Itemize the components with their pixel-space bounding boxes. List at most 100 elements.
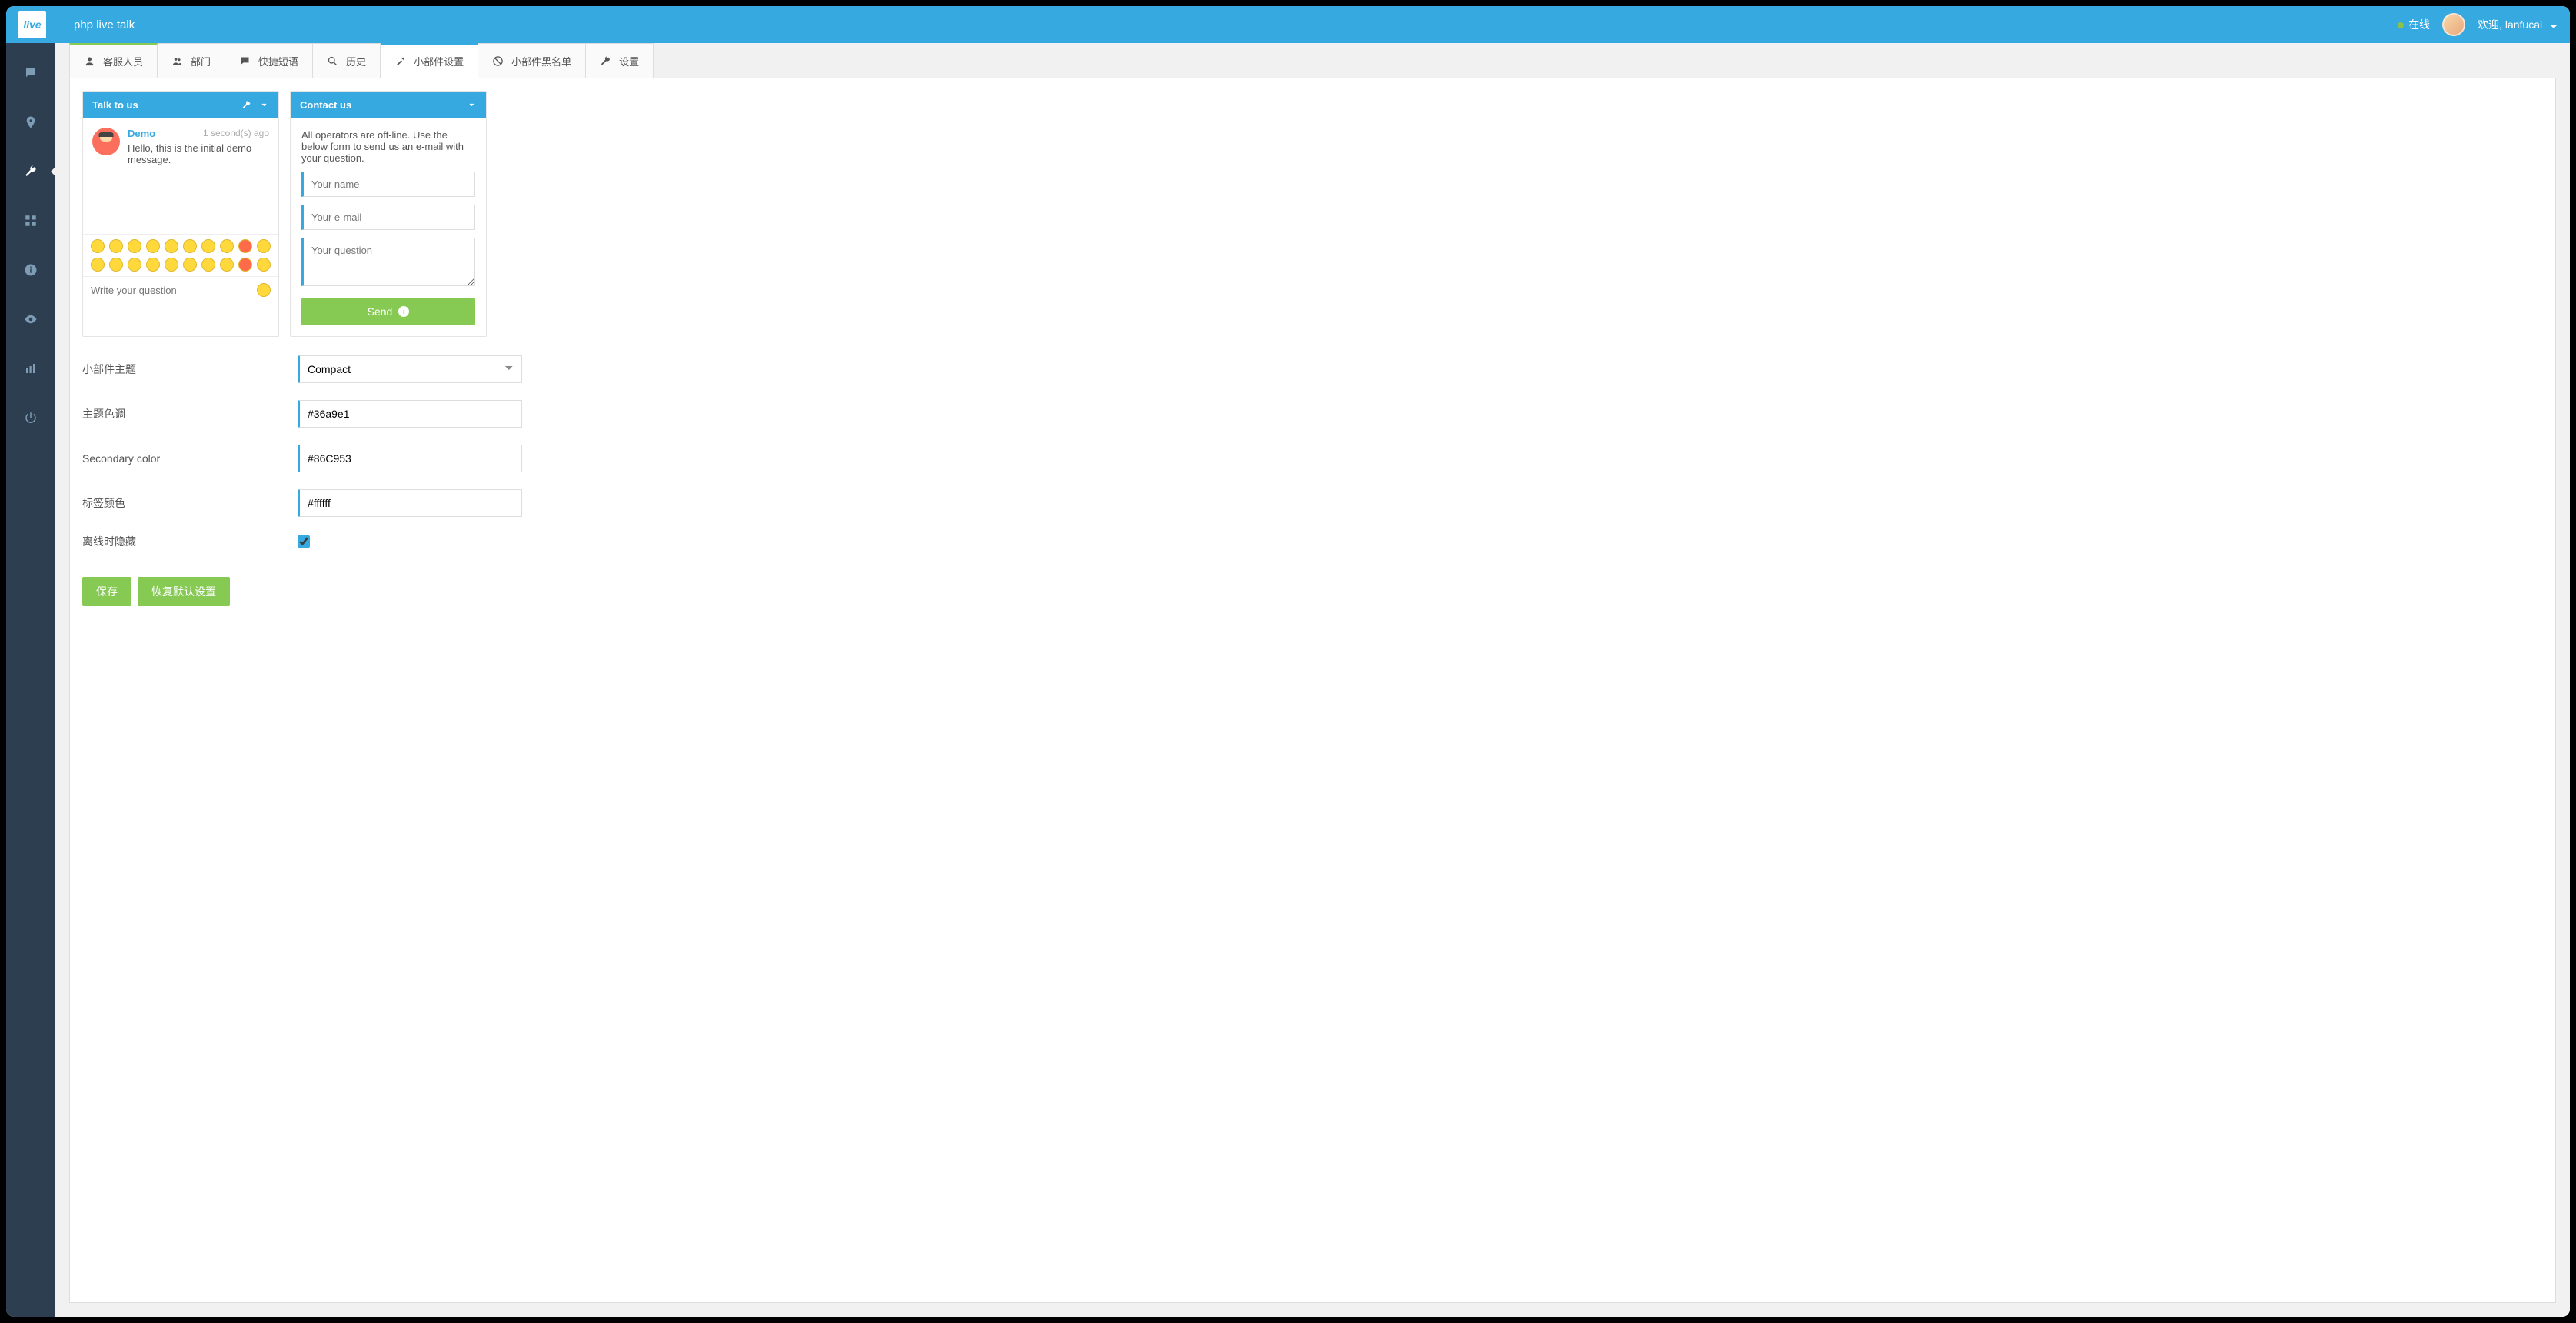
sidebar: [6, 43, 55, 1317]
emoji-icon[interactable]: [183, 239, 197, 253]
emoji-icon[interactable]: [201, 258, 215, 272]
hide-offline-label: 离线时隐藏: [82, 534, 298, 549]
grid-icon: [24, 214, 38, 228]
status-indicator[interactable]: 在线: [2398, 17, 2430, 32]
sidebar-item-map[interactable]: [6, 111, 55, 134]
contact-widget-title: Contact us: [300, 99, 351, 111]
app-title: php live talk: [74, 18, 2398, 32]
arrow-icon: ›: [398, 306, 409, 317]
tab-label: 小部件黑名单: [511, 54, 571, 68]
tab-label: 设置: [619, 54, 639, 68]
comment-icon: [239, 55, 251, 67]
sidebar-item-monitor[interactable]: [6, 308, 55, 331]
secondary-color-label: Secondary color: [82, 452, 298, 465]
tab-departments[interactable]: 部门: [158, 43, 225, 78]
wrench-icon: [600, 55, 611, 67]
primary-color-label: 主题色调: [82, 406, 298, 422]
emoji-icon[interactable]: [238, 258, 252, 272]
contact-name-input[interactable]: [301, 172, 475, 197]
emoji-icon[interactable]: [165, 258, 178, 272]
wrench-icon[interactable]: [241, 100, 251, 110]
tab-label: 部门: [191, 54, 211, 68]
search-icon: [327, 55, 338, 67]
tab-label: 历史: [346, 54, 366, 68]
tab-widget-settings[interactable]: 小部件设置: [381, 43, 478, 78]
logo: live: [18, 11, 46, 38]
user-icon: [84, 55, 95, 67]
avatar[interactable]: [2442, 13, 2465, 36]
settings-panel: Talk to us Demo 1 second(s) ago Hello, th…: [69, 78, 2556, 1303]
secondary-color-input[interactable]: [298, 445, 522, 472]
emoji-icon[interactable]: [109, 239, 123, 253]
sidebar-item-info[interactable]: [6, 258, 55, 282]
sidebar-item-power[interactable]: [6, 406, 55, 429]
chevron-down-icon: [2550, 25, 2558, 28]
bars-icon: [24, 362, 38, 375]
username: lanfucai: [2505, 18, 2542, 31]
emoji-icon[interactable]: [128, 258, 141, 272]
emoji-icon[interactable]: [220, 258, 234, 272]
demo-time: 1 second(s) ago: [203, 128, 269, 138]
tab-label: 小部件设置: [414, 54, 464, 68]
emoji-icon[interactable]: [201, 239, 215, 253]
tab-settings[interactable]: 设置: [586, 43, 654, 78]
welcome-prefix: 欢迎,: [2478, 18, 2502, 31]
theme-select[interactable]: Compact: [298, 355, 522, 383]
tag-color-label: 标签颜色: [82, 495, 298, 511]
sidebar-item-stats[interactable]: [6, 357, 55, 380]
eye-icon: [24, 312, 38, 326]
emoji-icon[interactable]: [257, 258, 271, 272]
send-label: Send: [368, 305, 393, 318]
emoji-icon[interactable]: [238, 239, 252, 253]
chat-icon: [24, 66, 38, 80]
emoji-icon[interactable]: [220, 239, 234, 253]
emoji-picker[interactable]: [83, 234, 278, 276]
magic-icon: [394, 55, 406, 67]
emoji-icon[interactable]: [146, 239, 160, 253]
emoji-icon[interactable]: [183, 258, 197, 272]
save-button[interactable]: 保存: [82, 577, 131, 606]
emoji-icon[interactable]: [109, 258, 123, 272]
chevron-down-icon[interactable]: [259, 100, 269, 110]
tag-color-input[interactable]: [298, 489, 522, 517]
sidebar-item-qr[interactable]: [6, 209, 55, 232]
talk-widget-title: Talk to us: [92, 99, 138, 111]
ban-icon: [492, 55, 504, 67]
emoji-icon[interactable]: [91, 239, 105, 253]
tab-history[interactable]: 历史: [313, 43, 381, 78]
emoji-icon[interactable]: [146, 258, 160, 272]
demo-message: Hello, this is the initial demo message.: [128, 142, 269, 165]
contact-widget-preview: Contact us All operators are off-line. U…: [290, 91, 487, 337]
emoji-toggle-icon[interactable]: [257, 283, 271, 297]
contact-question-input[interactable]: [301, 238, 475, 286]
contact-intro: All operators are off-line. Use the belo…: [301, 129, 475, 164]
tab-label: 快捷短语: [258, 54, 298, 68]
power-icon: [24, 411, 38, 425]
reset-button[interactable]: 恢复默认设置: [138, 577, 230, 606]
topbar: live php live talk 在线 欢迎, lanfucai: [6, 6, 2570, 43]
demo-avatar: [92, 128, 120, 155]
emoji-icon[interactable]: [165, 239, 178, 253]
contact-email-input[interactable]: [301, 205, 475, 230]
chevron-down-icon[interactable]: [467, 100, 477, 110]
sidebar-item-settings[interactable]: [6, 160, 55, 183]
tab-agents[interactable]: 客服人员: [69, 43, 158, 78]
sidebar-item-chat[interactable]: [6, 62, 55, 85]
send-button[interactable]: Send ›: [301, 298, 475, 325]
user-menu[interactable]: 欢迎, lanfucai: [2478, 17, 2558, 32]
pin-icon: [24, 115, 38, 129]
emoji-icon[interactable]: [91, 258, 105, 272]
tabs: 客服人员 部门 快捷短语 历史 小部件设置 小部件黑名单 设置: [69, 43, 2556, 78]
chat-input[interactable]: [91, 285, 257, 296]
wrench-icon: [24, 165, 38, 178]
emoji-icon[interactable]: [257, 239, 271, 253]
primary-color-input[interactable]: [298, 400, 522, 428]
users-icon: [171, 55, 183, 67]
hide-offline-checkbox[interactable]: [298, 535, 310, 548]
emoji-icon[interactable]: [128, 239, 141, 253]
tab-blacklist[interactable]: 小部件黑名单: [478, 43, 586, 78]
talk-widget-preview: Talk to us Demo 1 second(s) ago Hello, th…: [82, 91, 279, 337]
tab-shortcuts[interactable]: 快捷短语: [225, 43, 313, 78]
status-dot-icon: [2398, 22, 2404, 28]
demo-name: Demo: [128, 128, 155, 139]
